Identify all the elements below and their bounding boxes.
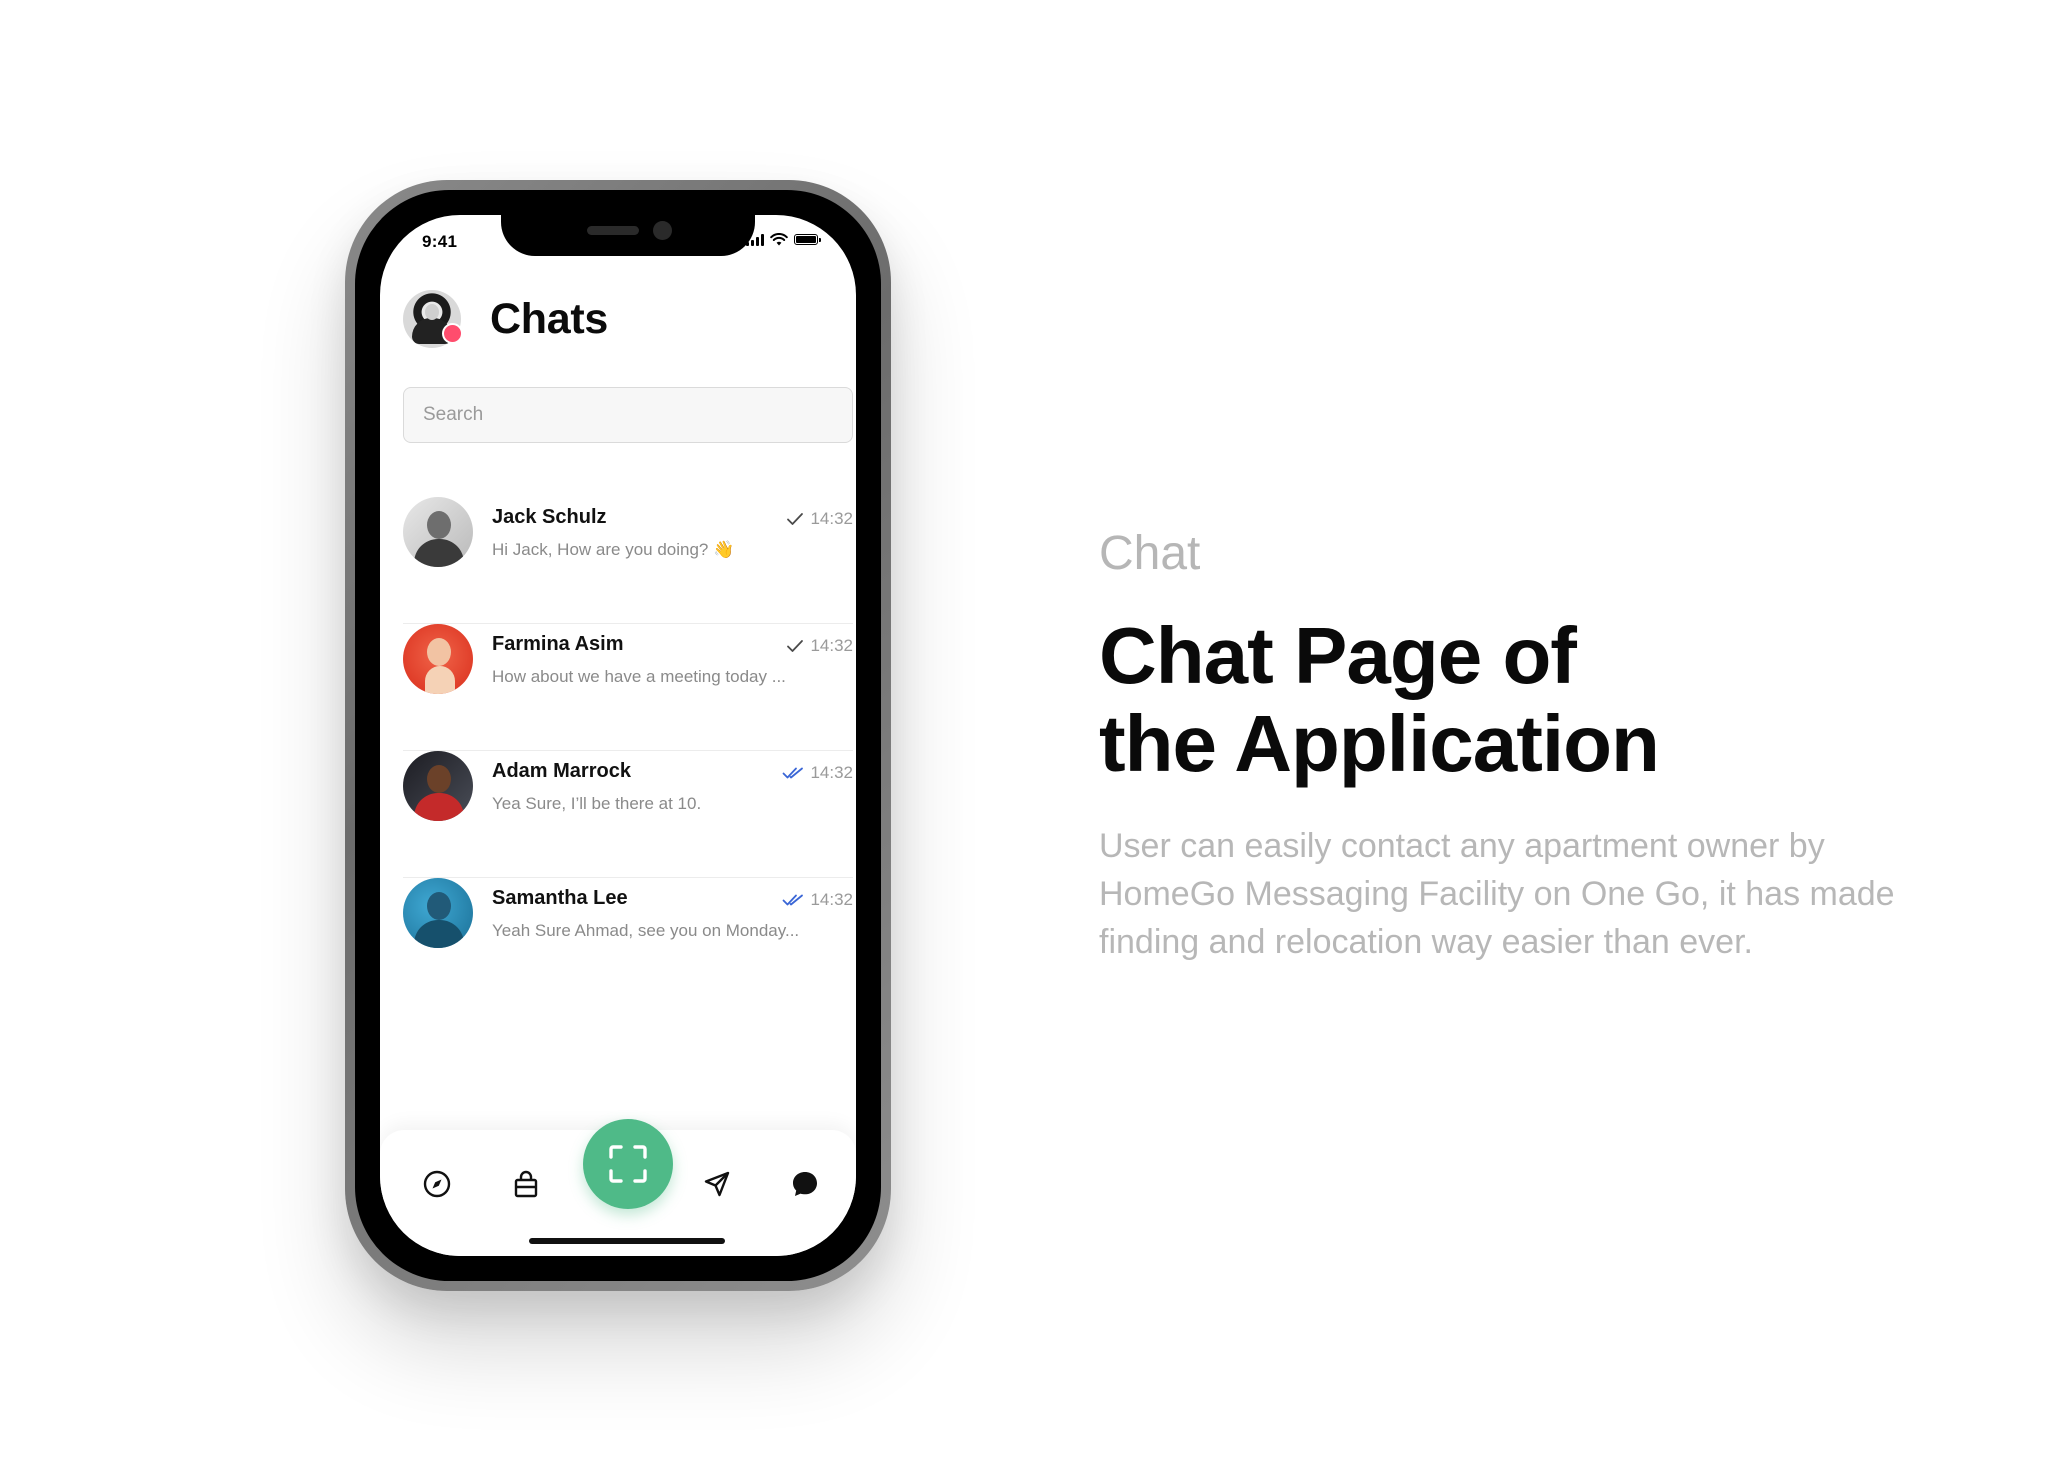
double-check-icon — [783, 894, 804, 906]
profile-avatar[interactable] — [403, 290, 463, 348]
status-time: 9:41 — [422, 232, 458, 251]
section-label: Chat — [1099, 527, 1201, 580]
battery-icon — [794, 234, 821, 245]
phone-notch — [501, 215, 755, 256]
online-status-dot — [442, 323, 463, 344]
contact-avatar — [403, 624, 473, 694]
double-check-icon — [783, 767, 804, 779]
chat-item[interactable]: Adam Marrock Yea Sure, I’ll be there at … — [403, 751, 853, 878]
single-check-icon — [787, 640, 804, 652]
single-check-icon — [787, 513, 804, 525]
search-field[interactable] — [403, 387, 853, 443]
contact-avatar — [403, 878, 473, 948]
message-meta: 14:32 — [782, 763, 853, 783]
message-meta: 14:32 — [786, 636, 853, 656]
headline: Chat Page of the Application — [1099, 612, 1799, 788]
compass-icon — [423, 1170, 451, 1198]
contact-name: Samantha Lee — [492, 887, 628, 909]
cellular-signal-icon — [746, 233, 764, 246]
chat-item[interactable]: Farmina Asim How about we have a meeting… — [403, 624, 853, 751]
nav-send[interactable] — [700, 1167, 734, 1201]
contact-avatar — [403, 497, 473, 567]
phone-mockup: 9:41 Chats Search Jack Schulz Hi Jack, H… — [345, 180, 891, 1291]
nav-shop[interactable] — [509, 1167, 543, 1201]
speaker-grille — [587, 226, 639, 235]
message-time: 14:32 — [810, 890, 853, 909]
description: User can easily contact any apartment ow… — [1099, 827, 1895, 961]
contact-name: Farmina Asim — [492, 633, 624, 655]
chat-bubble-icon — [793, 1172, 817, 1196]
message-meta: 14:32 — [786, 509, 853, 529]
chat-list: Jack Schulz Hi Jack, How are you doing? … — [403, 497, 853, 1005]
status-icons — [746, 233, 821, 246]
headline-line-1: Chat Page of — [1099, 611, 1577, 700]
contact-avatar — [403, 751, 473, 821]
scan-button[interactable] — [583, 1119, 673, 1209]
wifi-icon — [770, 233, 788, 246]
nav-chats[interactable] — [788, 1167, 822, 1201]
send-icon — [704, 1171, 730, 1197]
headline-line-2: the Application — [1099, 699, 1660, 788]
page-title: Chats — [490, 294, 608, 343]
chat-item[interactable]: Samantha Lee Yeah Sure Ahmad, see you on… — [403, 878, 853, 1005]
nav-explore[interactable] — [420, 1167, 454, 1201]
contact-name: Jack Schulz — [492, 506, 607, 528]
message-time: 14:32 — [810, 509, 853, 528]
front-camera — [653, 221, 672, 240]
chat-item[interactable]: Jack Schulz Hi Jack, How are you doing? … — [403, 497, 853, 624]
message-time: 14:32 — [810, 636, 853, 655]
message-preview: Hi Jack, How are you doing? 👋 — [492, 540, 735, 559]
message-meta: 14:32 — [782, 890, 853, 910]
home-indicator[interactable] — [529, 1238, 725, 1244]
message-preview: How about we have a meeting today ... — [492, 667, 786, 686]
phone-screen: 9:41 Chats Search Jack Schulz Hi Jack, H… — [380, 215, 856, 1256]
message-time: 14:32 — [810, 763, 853, 782]
message-preview: Yea Sure, I’ll be there at 10. — [492, 794, 702, 813]
chats-header: Chats — [403, 290, 608, 348]
message-preview: Yeah Sure Ahmad, see you on Monday... — [492, 921, 800, 940]
shopping-bag-icon — [514, 1170, 538, 1198]
search-input[interactable] — [404, 388, 852, 442]
phone-bezel: 9:41 Chats Search Jack Schulz Hi Jack, H… — [355, 190, 881, 1281]
contact-name: Adam Marrock — [492, 760, 631, 782]
scan-icon — [609, 1145, 647, 1183]
